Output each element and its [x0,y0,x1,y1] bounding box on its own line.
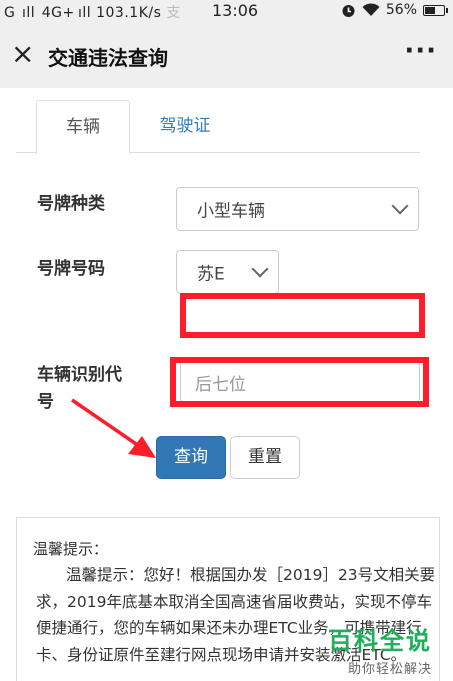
signal-indicator: G ıll 4G+ ıll 103.1K/s 支 [4,2,181,22]
chevron-down-icon [251,260,269,278]
battery-icon [423,4,448,16]
chevron-down-icon [391,197,409,215]
watermark-slogan: 助你轻松解决 [347,662,432,677]
status-bar: G ıll 4G+ ıll 103.1K/s 支 13:06 56% [0,0,453,22]
app-header: × 交通违法查询 ··· [0,22,453,88]
watermark-logo: 百科全说 助你轻松解决 [328,621,432,677]
query-button[interactable]: 查询 [156,436,226,479]
more-icon[interactable]: ··· [404,36,437,66]
signal-text: G ıll 4G+ ıll [4,5,92,21]
vin-label-line1: 车辆识别代 [37,365,122,385]
plate-type-value: 小型车辆 [197,201,265,222]
battery-percent: 56% [385,2,417,18]
plate-type-label: 号牌种类 [37,194,105,214]
wifi-icon [362,3,380,16]
tab-driver-license[interactable]: 驾驶证 [138,100,232,152]
plate-type-select[interactable]: 小型车辆 [176,187,419,231]
reset-button[interactable]: 重置 [230,436,300,479]
arrow-annotation-icon [71,398,156,458]
highlight-frame-vin [170,357,429,407]
tab-vehicle[interactable]: 车辆 [36,100,130,154]
clock: 13:06 [212,1,259,20]
vin-label-line2: 号 [37,392,54,412]
watermark-brand: 百科全说 [328,627,432,655]
plate-prefix-value: 苏E [197,264,225,285]
tips-title: 温馨提示： [33,540,109,558]
highlight-frame-plate [180,293,425,338]
close-icon[interactable]: × [11,40,34,68]
alarm-icon [342,4,355,17]
tab-bar: 车辆 驾驶证 [16,100,420,154]
status-icons: 56% [341,2,448,18]
plate-number-label: 号牌号码 [37,259,105,279]
plate-prefix-select[interactable]: 苏E [176,250,279,294]
notification-icon: 支 [166,5,181,21]
network-speed: 103.1K/s [96,5,162,21]
page-title: 交通违法查询 [48,46,168,70]
